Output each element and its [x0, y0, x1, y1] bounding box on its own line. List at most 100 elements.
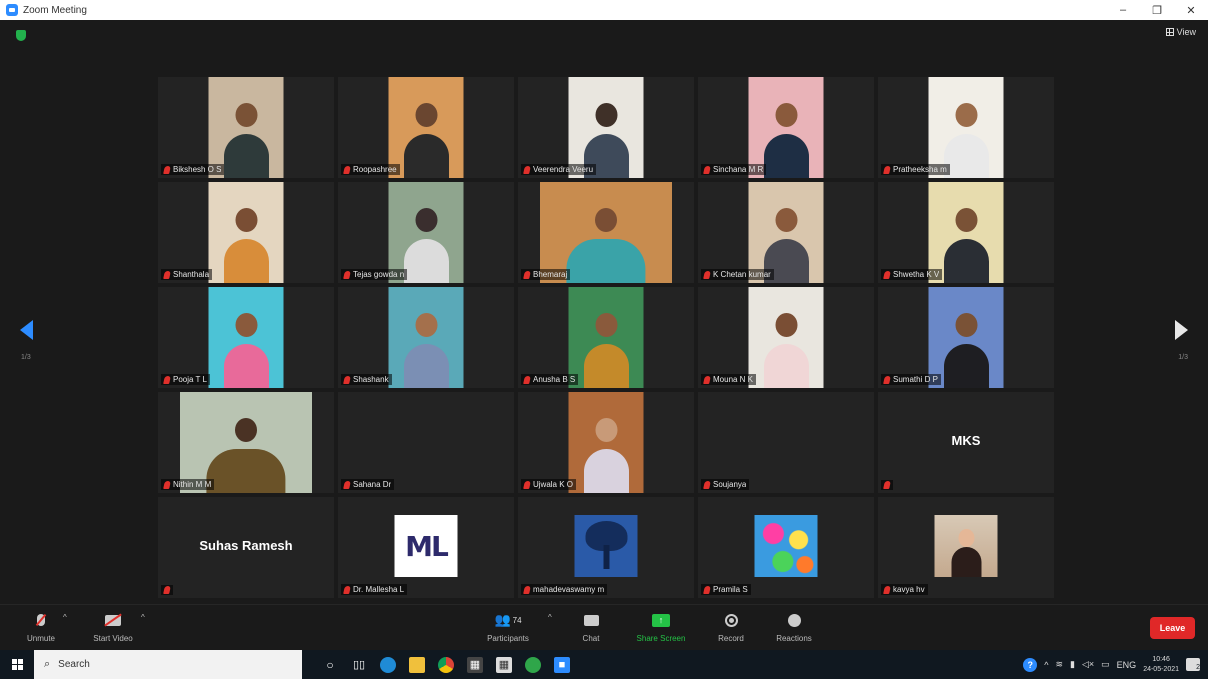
- participant-tile[interactable]: Bikshesh O S: [158, 77, 334, 178]
- notifications-icon[interactable]: 2: [1186, 658, 1200, 671]
- chrome-icon[interactable]: [438, 656, 454, 673]
- previous-page-arrow-icon[interactable]: [20, 320, 33, 340]
- participant-tile[interactable]: Suhas Ramesh: [158, 497, 334, 598]
- participant-figure-head: [595, 313, 617, 338]
- participant-figure-head: [415, 208, 437, 233]
- chat-button[interactable]: Chat: [556, 610, 626, 643]
- participant-tile[interactable]: mahadevaswamy m: [518, 497, 694, 598]
- muted-mic-icon: [883, 481, 891, 489]
- page-indicator-right: 1/3: [1178, 354, 1188, 361]
- taskbar-search[interactable]: ⌕ Search: [34, 650, 302, 679]
- participant-video: [748, 287, 824, 388]
- participant-tile[interactable]: Anusha B S: [518, 287, 694, 388]
- edge-icon[interactable]: [380, 656, 396, 673]
- calculator-icon[interactable]: ▦: [467, 656, 483, 673]
- participant-video: [928, 77, 1004, 178]
- participant-figure-head: [235, 208, 257, 233]
- participant-tile[interactable]: kavya hv: [878, 497, 1054, 598]
- view-label: View: [1176, 27, 1196, 37]
- participant-tile[interactable]: Tejas gowda n: [338, 182, 514, 283]
- participant-name: Mouna N K: [713, 375, 754, 384]
- leave-button[interactable]: Leave: [1150, 617, 1195, 639]
- participant-tile[interactable]: Sahana Dr: [338, 392, 514, 493]
- grid-view-icon: [1165, 28, 1174, 36]
- participant-tile[interactable]: Shwetha K V: [878, 182, 1054, 283]
- close-button[interactable]: ✕: [1174, 0, 1208, 20]
- participant-tile[interactable]: Pramila S: [698, 497, 874, 598]
- participants-caret-icon[interactable]: ^: [548, 613, 552, 622]
- participant-figure-head: [595, 208, 617, 233]
- reactions-label: Reactions: [776, 634, 812, 643]
- participant-tile[interactable]: MKS: [878, 392, 1054, 493]
- muted-mic-icon: [343, 165, 351, 174]
- encryption-shield-icon[interactable]: [16, 30, 26, 41]
- start-button[interactable]: [0, 650, 34, 679]
- file-explorer-icon[interactable]: [409, 656, 425, 673]
- tree-trunk: [603, 545, 609, 569]
- help-icon[interactable]: ?: [1023, 657, 1038, 672]
- participant-name: Anusha B S: [533, 375, 576, 384]
- muted-mic-icon: [883, 585, 891, 594]
- search-icon: ⌕: [44, 658, 51, 670]
- battery-icon[interactable]: ▭: [1101, 659, 1110, 670]
- language-indicator[interactable]: ENG: [1117, 660, 1137, 670]
- record-icon: [724, 613, 738, 627]
- photo-avatar: [934, 515, 998, 577]
- volume-icon[interactable]: ◁×: [1082, 659, 1094, 670]
- participant-name: Pramila S: [713, 585, 748, 594]
- muted-mic-icon: [883, 270, 891, 279]
- green-app-icon[interactable]: [525, 656, 541, 673]
- participant-tile[interactable]: Bhemaraj: [518, 182, 694, 283]
- participant-name-tag: Anusha B S: [521, 374, 579, 385]
- participant-tile[interactable]: ML Dr. Mallesha L: [338, 497, 514, 598]
- participant-figure-head: [955, 103, 977, 128]
- show-hidden-icons-chevron-icon[interactable]: ^: [1044, 660, 1048, 670]
- participant-tile[interactable]: Roopashree: [338, 77, 514, 178]
- clock[interactable]: 10:46 24-05-2021: [1143, 655, 1179, 675]
- participant-tile[interactable]: Sumathi D P: [878, 287, 1054, 388]
- participant-tile[interactable]: Pooja T L: [158, 287, 334, 388]
- minimize-button[interactable]: –: [1106, 0, 1140, 20]
- participant-tile[interactable]: Mouna N K: [698, 287, 874, 388]
- task-view-icon[interactable]: ▯▯: [351, 657, 367, 673]
- participant-tile[interactable]: Ujwala K O: [518, 392, 694, 493]
- participants-button[interactable]: 👥 74 Participants: [473, 610, 543, 643]
- next-page-arrow-icon[interactable]: [1175, 320, 1188, 340]
- participant-tile[interactable]: Nithin M M: [158, 392, 334, 493]
- participant-name-tag: Shwetha K V: [881, 269, 943, 280]
- usb-icon[interactable]: ▮: [1070, 659, 1075, 670]
- participant-name-tag: Pramila S: [701, 584, 751, 595]
- participant-name: Sahana Dr: [353, 480, 392, 489]
- window-titlebar: Zoom Meeting – ❐ ✕: [0, 0, 1208, 20]
- record-button[interactable]: Record: [696, 610, 766, 643]
- participant-video: [568, 77, 644, 178]
- participant-figure-head: [235, 313, 257, 338]
- windows-taskbar: ⌕ Search ○ ▯▯ ▦ ▦ ■ ? ^ ≋ ▮ ◁× ▭ ENG 10:…: [0, 650, 1208, 679]
- maximize-button[interactable]: ❐: [1140, 0, 1174, 20]
- participant-name-tag: Pratheeksha m: [881, 164, 950, 175]
- participant-tile[interactable]: Soujanya: [698, 392, 874, 493]
- calendar-app-icon[interactable]: ▦: [496, 656, 512, 673]
- network-icon[interactable]: ≋: [1055, 659, 1063, 670]
- participant-tile[interactable]: Shanthala: [158, 182, 334, 283]
- participant-tile[interactable]: Pratheeksha m: [878, 77, 1054, 178]
- cortana-icon[interactable]: ○: [322, 657, 338, 673]
- zoom-taskbar-icon[interactable]: ■: [554, 656, 570, 673]
- muted-mic-icon: [163, 375, 171, 384]
- participant-name: Shashank: [353, 375, 389, 384]
- audio-options-caret-icon[interactable]: ^: [63, 613, 67, 622]
- participant-tile[interactable]: Veerendra Veeru: [518, 77, 694, 178]
- participant-figure-body: [566, 238, 646, 283]
- muted-mic-icon: [343, 480, 351, 489]
- flower-avatar: [754, 515, 818, 577]
- video-off-icon: [105, 614, 121, 626]
- video-options-caret-icon[interactable]: ^: [141, 613, 145, 622]
- participant-tile[interactable]: Shashank: [338, 287, 514, 388]
- share-screen-button[interactable]: ↑ Share Screen: [626, 610, 696, 643]
- view-button[interactable]: View: [1165, 27, 1196, 37]
- participant-tile[interactable]: K Chetan kumar: [698, 182, 874, 283]
- start-video-button[interactable]: Start Video: [78, 610, 148, 643]
- reactions-button[interactable]: Reactions: [759, 610, 829, 643]
- participant-name-tag: Ujwala K O: [521, 479, 577, 490]
- participant-tile[interactable]: Sinchana M R: [698, 77, 874, 178]
